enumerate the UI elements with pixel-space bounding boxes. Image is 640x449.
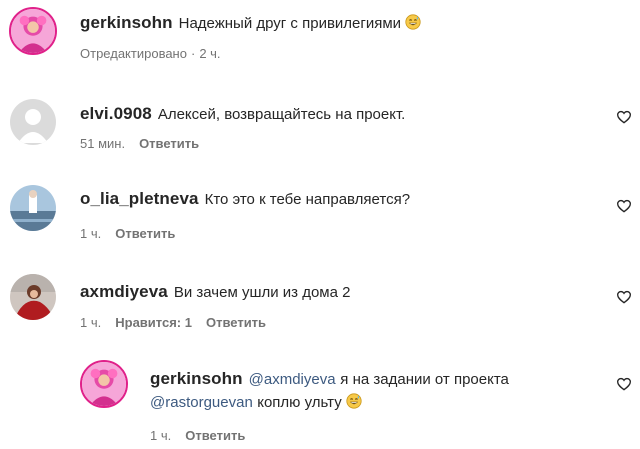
comment-text: Кто это к тебе направляется? [204, 191, 411, 208]
heart-outline-icon[interactable] [616, 376, 632, 392]
avatar[interactable] [10, 274, 56, 320]
avatar[interactable] [9, 7, 57, 55]
likes-count[interactable]: Нравится: 1 [115, 315, 192, 330]
grinning-sweat-emoji [405, 14, 421, 30]
heart-outline-icon[interactable] [616, 198, 632, 214]
reply-button[interactable]: Ответить [185, 428, 245, 443]
username[interactable]: elvi.0908 [80, 104, 152, 123]
comment-text: Алексей, возвращайтесь на проект. [157, 106, 406, 123]
comment-line: gerkinsohn Надежный друг с привилегиями [80, 12, 421, 35]
avatar[interactable] [80, 360, 128, 408]
comment-text: Ви зачем ушли из дома 2 [173, 284, 351, 301]
comment-item: axmdiyeva Ви зачем ушли из дома 2 1 ч. Нра… [0, 266, 640, 354]
timestamp: 51 мин. [80, 136, 126, 151]
comment-meta: 1 ч. Ответить [80, 226, 189, 241]
reply-button[interactable]: Ответить [206, 315, 266, 330]
username[interactable]: gerkinsohn [80, 13, 173, 32]
comment-text: я на задании от проекта [340, 371, 509, 388]
reply-comment-item: gerkinsohn @axmdiyeva я на задании от про… [0, 354, 640, 449]
timestamp: 1 ч. [80, 226, 102, 241]
separator: · [190, 46, 196, 61]
username[interactable]: o_lia_pletneva [80, 189, 199, 208]
timestamp: 2 ч. [199, 46, 221, 61]
comment-line: axmdiyeva Ви зачем ушли из дома 2 [80, 281, 350, 304]
comment-item: elvi.0908 Алексей, возвращайтесь на проек… [0, 90, 640, 178]
reply-button[interactable]: Ответить [115, 226, 175, 241]
heart-outline-icon[interactable] [616, 289, 632, 305]
comment-text: коплю ульту [257, 394, 342, 411]
username[interactable]: axmdiyeva [80, 282, 168, 301]
reply-button[interactable]: Ответить [139, 136, 199, 151]
default-avatar-icon[interactable] [10, 99, 56, 145]
username[interactable]: gerkinsohn [150, 369, 243, 388]
grinning-sweat-emoji [346, 393, 362, 409]
comment-line: elvi.0908 Алексей, возвращайтесь на проек… [80, 103, 405, 126]
comment-item: gerkinsohn Надежный друг с привилегиями О… [0, 0, 640, 90]
comment-meta: 51 мин. Ответить [80, 136, 213, 151]
timestamp: 1 ч. [80, 315, 102, 330]
comment-line: gerkinsohn @axmdiyeva я на задании от про… [150, 368, 509, 391]
comment-meta: Отредактировано · 2 ч. [80, 46, 235, 61]
mention-link[interactable]: @axmdiyeva [249, 371, 336, 388]
comment-line: o_lia_pletneva Кто это к тебе направляетс… [80, 188, 410, 211]
comment-meta: 1 ч. Нравится: 1 Ответить [80, 315, 280, 330]
avatar[interactable] [10, 185, 56, 231]
comment-text: Надежный друг с привилегиями [178, 15, 402, 32]
mention-link[interactable]: @rastorguevan [150, 394, 253, 411]
heart-outline-icon[interactable] [616, 109, 632, 125]
comment-item: o_lia_pletneva Кто это к тебе направляетс… [0, 178, 640, 266]
comment-meta: 1 ч. Ответить [150, 428, 259, 443]
comment-line-continued: @rastorguevan коплю ульту [150, 392, 362, 414]
edited-label: Отредактировано [80, 46, 187, 61]
timestamp: 1 ч. [150, 428, 172, 443]
